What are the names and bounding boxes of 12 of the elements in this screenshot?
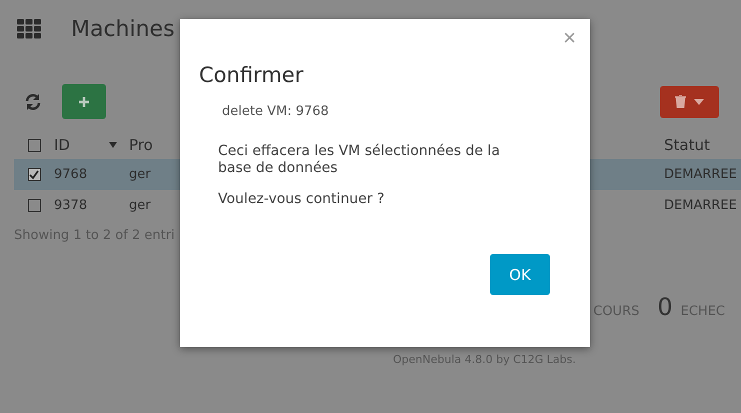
dialog-question: Voulez-vous continuer ?: [218, 191, 386, 207]
table-cell: ger: [129, 198, 151, 213]
table-cell: 9768: [54, 167, 88, 182]
stat-count: 0: [657, 293, 673, 321]
page-title: Machines: [71, 16, 175, 42]
table-cell: DEMARREE: [664, 167, 737, 182]
dialog-message: Ceci effacera les VM sélectionnées de la base de données: [218, 143, 501, 177]
table-cell: DEMARREE: [664, 198, 737, 213]
table-cell: ger: [129, 167, 151, 182]
table-cell: 9378: [54, 198, 88, 213]
dialog-title: Confirmer: [199, 63, 304, 87]
dialog-subtitle: delete VM: 9768: [222, 104, 330, 119]
